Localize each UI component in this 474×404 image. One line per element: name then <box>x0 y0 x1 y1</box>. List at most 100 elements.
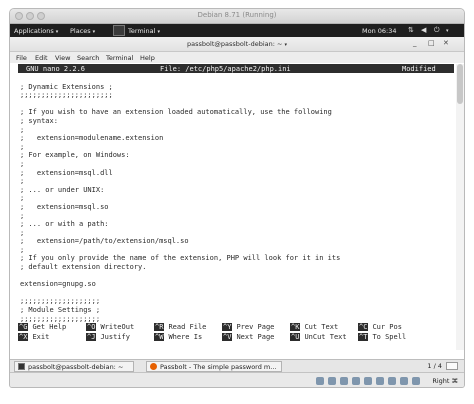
shared-folder-icon[interactable] <box>376 377 384 385</box>
shortcut-label: Justify <box>100 333 130 341</box>
shortcut-key: ^V <box>222 333 233 341</box>
shortcut-key: ^Y <box>222 323 233 331</box>
shortcut-label: Next Page <box>236 333 275 341</box>
hard-disk-icon[interactable] <box>316 377 324 385</box>
shortcut-label: UnCut Text <box>304 333 347 341</box>
terminal-titlebar: passbolt@passbolt-debian: ~ ▾ _ □ ✕ <box>10 37 464 52</box>
shortcut-item: ^U UnCut Text <box>290 333 347 342</box>
terminal-title[interactable]: passbolt@passbolt-debian: ~ ▾ <box>10 40 464 48</box>
host-titlebar: Debian 8.71 (Running) <box>10 9 464 24</box>
shortcut-label: Exit <box>32 333 50 341</box>
minimize-icon[interactable]: _ <box>413 39 417 47</box>
optical-drive-icon[interactable] <box>328 377 336 385</box>
shortcut-key: ^U <box>290 333 301 341</box>
task-terminal[interactable]: passbolt@passbolt-debian: ~ <box>14 361 134 372</box>
menu-edit[interactable]: Edit <box>35 54 48 62</box>
shortcut-item: ^T To Spell <box>358 333 406 342</box>
mouse-integration-icon[interactable] <box>412 377 420 385</box>
terminal-icon <box>18 363 25 370</box>
task-label: passbolt@passbolt-debian: ~ <box>28 363 124 371</box>
close-icon[interactable]: ✕ <box>443 39 449 47</box>
editor-line: ; <box>20 177 25 186</box>
menu-file[interactable]: File <box>16 54 27 62</box>
network-icon[interactable]: ⇅ <box>408 26 414 34</box>
applications-menu[interactable]: Applications ▾ <box>14 27 58 35</box>
terminal-app-menu[interactable]: Terminal ▾ <box>128 27 160 35</box>
terminal-app-label: Terminal <box>128 27 156 35</box>
video-capture-icon[interactable] <box>400 377 408 385</box>
volume-icon[interactable]: ◀ <box>421 26 426 34</box>
editor-line: ; If you only provide the name of the ex… <box>20 254 341 263</box>
editor-line: ; <box>20 142 25 151</box>
clock[interactable]: Mon 06:34 <box>362 27 397 35</box>
shortcut-item: ^J Justify <box>86 333 130 342</box>
chevron-down-icon: ▾ <box>157 29 160 35</box>
shortcut-item: ^R Read File <box>154 323 206 332</box>
editor-line: ; Dynamic Extensions ; <box>20 82 113 91</box>
editor-line: extension=gnupg.so <box>20 280 96 289</box>
editor-line: ; extension=/path/to/extension/msql.so <box>20 237 189 246</box>
editor-line: ; <box>20 194 25 203</box>
scrollbar-thumb[interactable] <box>457 64 463 104</box>
shortcut-key: ^C <box>358 323 369 331</box>
shortcut-item: ^C Cur Pos <box>358 323 402 332</box>
network-adapter-icon[interactable] <box>352 377 360 385</box>
editor-line: ;;;;;;;;;;;;;;;;;;; <box>20 297 101 306</box>
shortcut-key: ^G <box>18 323 29 331</box>
host-window-title: Debian 8.71 (Running) <box>197 11 277 19</box>
editor-text[interactable]: ; Dynamic Extensions ;;;;;;;;;;;;;;;;;;;… <box>20 74 450 323</box>
nano-filename: File: /etc/php5/apache2/php.ini <box>160 65 291 73</box>
virtualbox-window: Debian 8.71 (Running) Applications ▾ Plac… <box>9 8 465 388</box>
audio-icon[interactable] <box>340 377 348 385</box>
editor-line: ; For example, on Windows: <box>20 151 130 160</box>
shortcut-item: ^G Get Help <box>18 323 66 332</box>
terminal-scrollbar[interactable] <box>456 64 464 350</box>
task-label: Passbolt - The simple password m... <box>160 363 277 371</box>
editor-line: ;;;;;;;;;;;;;;;;;;;;;; <box>20 91 113 100</box>
usb-icon[interactable] <box>364 377 372 385</box>
task-firefox[interactable]: Passbolt - The simple password m... <box>146 361 282 372</box>
firefox-icon <box>150 363 157 370</box>
editor-line: ; <box>20 211 25 220</box>
editor-line: ;;;;;;;;;;;;;;;;;;; <box>20 314 101 323</box>
virtualbox-status-bar: Right ⌘ <box>10 372 464 387</box>
menu-terminal[interactable]: Terminal <box>106 54 133 62</box>
menu-search[interactable]: Search <box>77 54 99 62</box>
power-icon[interactable]: ⏻ <box>434 26 440 35</box>
chevron-down-icon: ▾ <box>55 29 59 35</box>
nano-version: GNU nano 2.2.6 <box>26 65 86 73</box>
places-menu[interactable]: Places ▾ <box>70 27 95 35</box>
nano-header: GNU nano 2.2.6 File: /etc/php5/apache2/p… <box>18 64 454 73</box>
host-key-indicator: Right ⌘ <box>432 377 458 385</box>
editor-line: ; extension=msql.so <box>20 202 109 211</box>
shortcut-label: Prev Page <box>236 323 275 331</box>
display-icon[interactable] <box>388 377 396 385</box>
menu-help[interactable]: Help <box>140 54 155 62</box>
applications-label: Applications <box>14 27 54 35</box>
shortcut-key: ^W <box>154 333 165 341</box>
editor-line: ; <box>20 228 25 237</box>
terminal-screen[interactable]: GNU nano 2.2.6 File: /etc/php5/apache2/p… <box>18 64 454 359</box>
editor-line: ; extension=msql.dll <box>20 168 113 177</box>
editor-line: ; If you wish to have an extension loade… <box>20 108 332 117</box>
editor-line: ; ... or under UNIX: <box>20 185 105 194</box>
shortcut-item: ^O WriteOut <box>86 323 134 332</box>
workspace-switcher[interactable] <box>446 362 458 370</box>
workspace-pager-label: 1 / 4 <box>427 362 442 370</box>
shortcut-label: Cur Pos <box>372 323 402 331</box>
menu-view[interactable]: View <box>55 54 70 62</box>
shortcut-key: ^K <box>290 323 301 331</box>
terminal-menubar: File Edit View Search Terminal Help <box>10 52 464 63</box>
places-label: Places <box>70 27 91 35</box>
shortcut-key: ^J <box>86 333 97 341</box>
chevron-down-icon[interactable]: ▾ <box>446 28 449 34</box>
maximize-icon[interactable]: □ <box>428 39 435 47</box>
chevron-down-icon: ▾ <box>92 29 96 35</box>
editor-line: ; Module Settings ; <box>20 306 101 315</box>
shortcut-label: Get Help <box>32 323 67 331</box>
shortcut-item: ^X Exit <box>18 333 49 342</box>
